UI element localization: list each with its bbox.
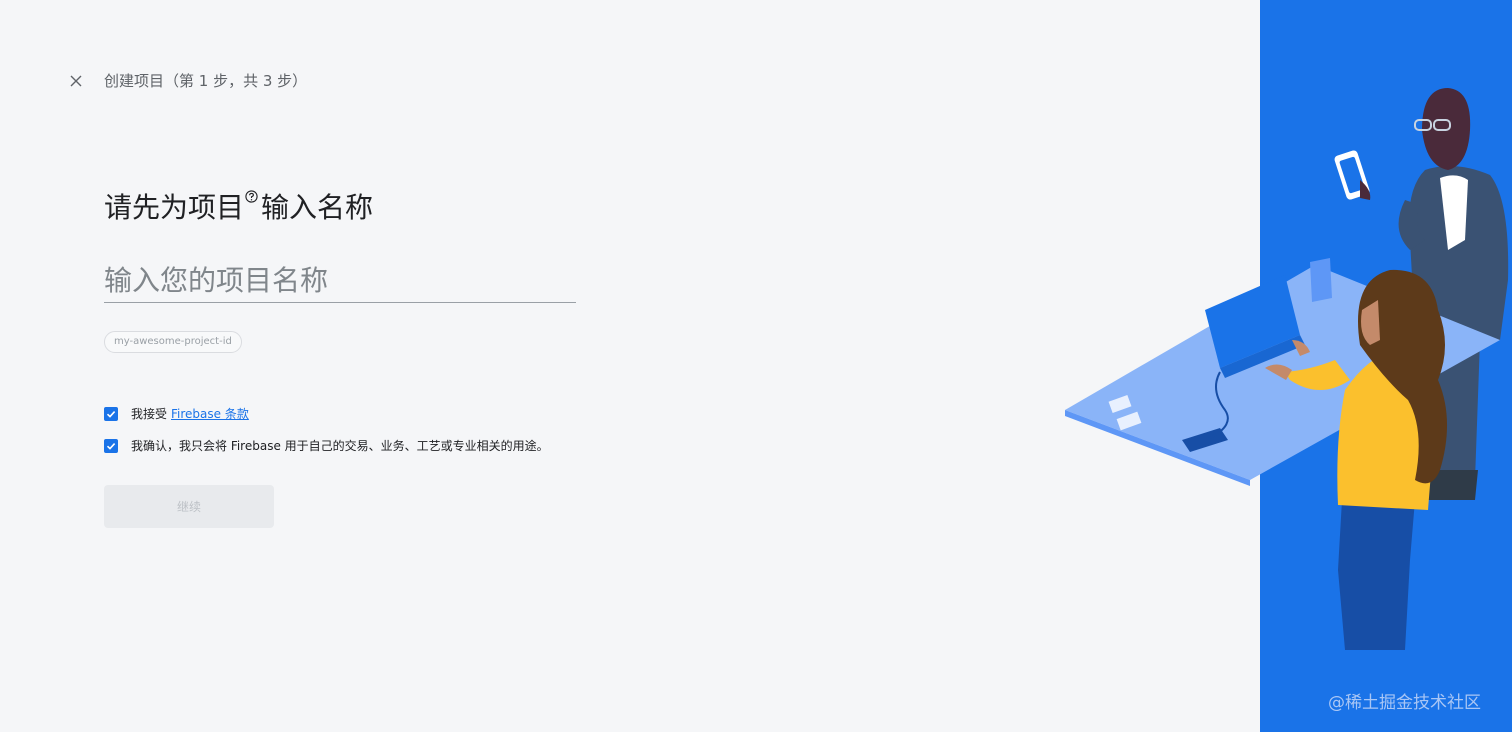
step-title: 创建项目（第 1 步，共 3 步） — [104, 72, 308, 90]
usage-checkbox[interactable] — [104, 438, 118, 453]
continue-button[interactable]: 继续 — [104, 485, 274, 528]
help-circle-icon[interactable] — [245, 190, 258, 203]
page-title: 请先为项目 输入名称 — [104, 186, 373, 226]
project-name-input[interactable] — [104, 258, 576, 303]
usage-label: 我确认，我只会将 Firebase 用于自己的交易、业务、工艺或专业相关的用途。 — [131, 439, 549, 453]
usage-row: 我确认，我只会将 Firebase 用于自己的交易、业务、工艺或专业相关的用途。 — [104, 437, 549, 454]
page-title-part2: 输入名称 — [261, 191, 374, 224]
close-button[interactable] — [66, 71, 86, 91]
firebase-terms-link[interactable]: Firebase 条款 — [171, 405, 249, 422]
check-icon — [106, 442, 116, 450]
illustration-image — [1065, 88, 1509, 650]
project-id-chip: my-awesome-project-id — [104, 331, 242, 353]
terms-label: 我接受 — [131, 407, 168, 421]
page-title-part1: 请先为项目 — [104, 191, 245, 224]
close-icon — [70, 75, 82, 86]
terms-checkbox[interactable] — [104, 406, 118, 421]
check-icon — [106, 410, 116, 418]
watermark: @稀土掘金技术社区 — [1328, 693, 1481, 713]
header: 创建项目（第 1 步，共 3 步） — [66, 70, 307, 91]
terms-row: 我接受 Firebase 条款 — [104, 405, 249, 422]
